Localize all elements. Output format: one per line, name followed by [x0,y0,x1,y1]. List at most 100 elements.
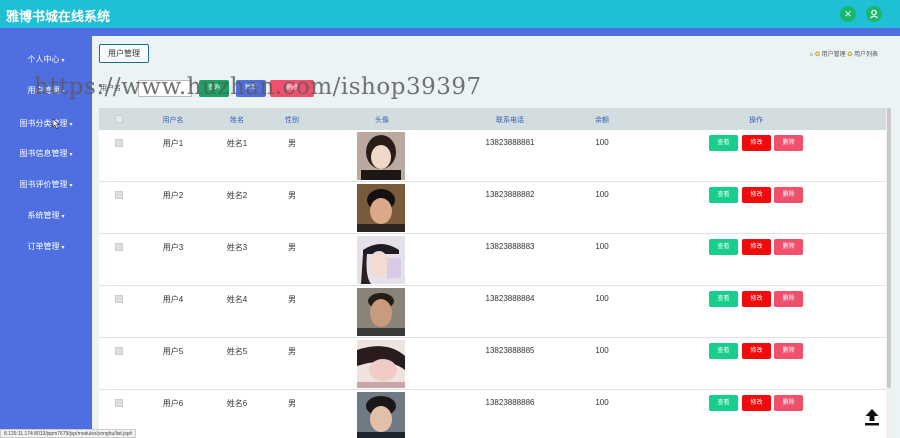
edit-button[interactable]: 修改 [742,343,771,359]
delete-button[interactable]: 删除 [774,135,803,151]
cell-name: 姓名1 [226,139,248,148]
sidebar-item-label: 图书信息管理 [19,149,68,158]
cell-username: 用户2 [162,191,184,200]
cell-balance: 100 [595,398,609,407]
row-checkbox[interactable] [115,243,123,251]
cell-phone: 13823888885 [485,346,535,355]
column-header[interactable]: 用户名 [163,115,184,125]
sidebar-item-label: 图书评价管理 [19,180,68,189]
row-checkbox[interactable] [115,399,123,407]
cell-balance: 100 [595,294,609,303]
back-to-top-icon[interactable] [864,408,880,426]
avatar [357,236,405,284]
avatar [357,132,405,180]
column-header[interactable]: 联系电话 [496,115,524,125]
cell-gender: 男 [288,191,296,200]
view-button[interactable]: 查看 [709,239,738,255]
view-button[interactable]: 查看 [709,395,738,411]
cell-name: 姓名3 [226,243,248,252]
cell-phone: 13823888886 [485,398,535,407]
column-header[interactable]: 姓名 [230,115,244,125]
column-header[interactable]: 性别 [285,115,299,125]
status-bar-url: 8.129.11.174:8013/jspm7679/jsp/modules/y… [0,429,137,438]
table-row: 用户6 姓名6 男 13823888886 100 查看 修改 删除 [99,390,886,438]
table-row: 用户3 姓名3 男 13823888883 100 查看 修改 删除 [99,234,886,286]
row-checkbox[interactable] [115,139,123,147]
cell-gender: 男 [288,295,296,304]
cell-gender: 男 [288,243,296,252]
breadcrumb: ⌂ ✪ 用户管理 ✪ 用户列表 [810,49,878,58]
cell-phone: 13823888881 [485,138,535,147]
row-checkbox[interactable] [115,295,123,303]
table-row: 用户1 姓名1 男 13823888881 100 查看 修改 删除 [99,130,886,182]
cell-name: 姓名2 [226,191,248,200]
cell-balance: 100 [595,190,609,199]
chevron-down-icon: ▾ [69,152,73,158]
scrollbar-thumb[interactable] [887,108,891,388]
row-checkbox[interactable] [115,191,123,199]
delete-button[interactable]: 删除 [774,239,803,255]
chevron-down-icon: ▾ [61,58,65,64]
chevron-down-icon: ▾ [69,183,73,189]
edit-button[interactable]: 修改 [742,239,771,255]
table-row: 用户4 姓名4 男 13823888884 100 查看 修改 删除 [99,286,886,338]
cell-phone: 13823888882 [485,190,535,199]
select-all-checkbox[interactable] [115,115,123,123]
view-button[interactable]: 查看 [709,291,738,307]
home-icon[interactable]: ⌂ [810,52,814,58]
edit-button[interactable]: 修改 [742,135,771,151]
sidebar-item-personal-center[interactable]: 个人中心 ▾ [0,50,92,70]
chevron-down-icon: ▾ [69,122,73,128]
page-tag-button[interactable]: 用户管理 [99,44,149,63]
cell-username: 用户5 [162,347,184,356]
delete-button[interactable]: 删除 [774,291,803,307]
view-button[interactable]: 查看 [709,343,738,359]
view-button[interactable]: 查看 [709,187,738,203]
breadcrumb-current: 用户列表 [853,52,878,58]
cell-gender: 男 [288,347,296,356]
edit-button[interactable]: 修改 [742,187,771,203]
row-checkbox[interactable] [115,347,123,355]
header-divider [0,28,900,36]
app-title: 雅博书城在线系统 [6,9,111,24]
cell-gender: 男 [288,139,296,148]
cell-gender: 男 [288,399,296,408]
delete-button[interactable]: 删除 [774,395,803,411]
mouse-cursor-icon [52,118,60,129]
sidebar-item-label: 个人中心 [27,55,60,64]
edit-button[interactable]: 修改 [742,395,771,411]
cell-balance: 100 [595,242,609,251]
sidebar-item-book-review[interactable]: 图书评价管理 ▾ [0,175,92,195]
user-table: 用户名 姓名 性别 头像 联系电话 余额 操作 用户1 姓名1 男 138238… [99,108,886,438]
cell-balance: 100 [595,346,609,355]
cell-username: 用户4 [162,295,184,304]
delete-button[interactable]: 删除 [774,187,803,203]
avatar [357,184,405,232]
column-header[interactable]: 余额 [595,115,609,125]
sidebar-item-book-category[interactable]: 图书分类管理 ▾ [0,114,92,134]
delete-button[interactable]: 删除 [774,343,803,359]
sidebar-item-system[interactable]: 系统管理 ▾ [0,206,92,226]
cell-phone: 13823888883 [485,242,535,251]
sidebar-item-label: 订单管理 [27,242,60,251]
star-icon: ✪ [814,52,820,58]
sidebar-item-orders[interactable]: 订单管理 ▾ [0,237,92,257]
user-icon[interactable] [866,6,882,22]
sidebar-item-label: 系统管理 [27,211,60,220]
watermark-text: https://www.huzhan.com/ishop39397 [34,74,482,100]
edit-button[interactable]: 修改 [742,291,771,307]
cell-username: 用户3 [162,243,184,252]
top-bar: 雅博书城在线系统 ✕ [0,0,900,28]
column-header: 头像 [375,117,389,124]
column-header: 操作 [749,117,763,124]
expand-icon[interactable]: ✕ [840,6,856,22]
cell-name: 姓名6 [226,399,248,408]
avatar [357,392,405,438]
table-row: 用户5 姓名5 男 13823888885 100 查看 修改 删除 [99,338,886,390]
chevron-down-icon: ▾ [61,214,65,220]
sidebar-item-book-info[interactable]: 图书信息管理 ▾ [0,144,92,164]
cell-name: 姓名5 [226,347,248,356]
breadcrumb-parent[interactable]: 用户管理 [822,52,846,58]
view-button[interactable]: 查看 [709,135,738,151]
cell-username: 用户6 [162,399,184,408]
